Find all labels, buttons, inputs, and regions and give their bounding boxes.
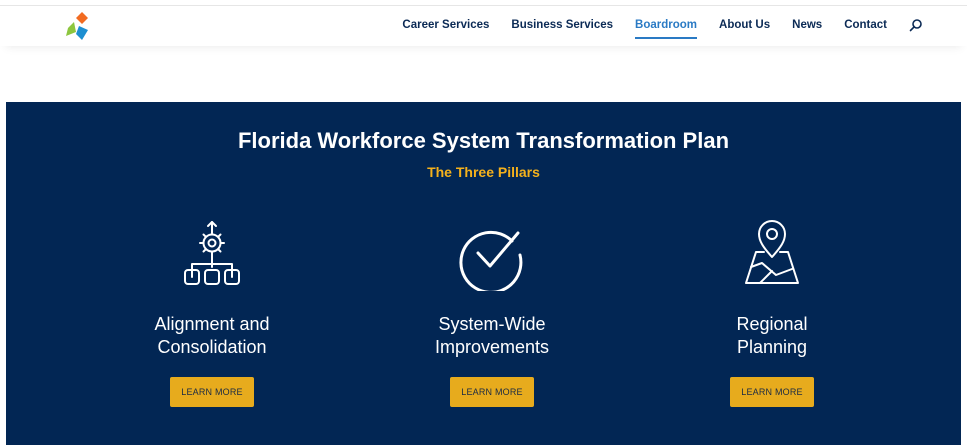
checkmark-circle-icon (459, 230, 523, 291)
pillar-name: System-Wide Improvements (372, 313, 612, 359)
nav-career-services[interactable]: Career Services (402, 6, 489, 44)
learn-more-button[interactable]: LEARN MORE (730, 377, 814, 407)
pillar-improvements: System-Wide Improvements LEARN MORE (372, 219, 612, 419)
hierarchy-gear-icon (184, 221, 240, 285)
nav-news[interactable]: News (792, 6, 822, 44)
section-title: Florida Workforce System Transformation … (237, 128, 730, 153)
search-icon[interactable] (909, 18, 923, 32)
learn-more-button[interactable]: LEARN MORE (170, 377, 254, 407)
pillar-name-line2: Planning (736, 337, 808, 357)
pillar-name: Alignment and Consolidation (92, 313, 332, 359)
pillar-name-line2: Consolidation (157, 337, 267, 357)
pillar-name-line2: Improvements (434, 337, 550, 357)
pillars-section: Florida Workforce System Transformation … (6, 102, 961, 445)
pillar-name: Regional Planning (652, 313, 892, 359)
pillar-name-line1: System-Wide (438, 314, 546, 334)
pillar-name-line1: Alignment and (154, 314, 270, 334)
section-subtitle: The Three Pillars (427, 164, 540, 180)
pillar-name-line1: Regional (736, 314, 808, 334)
learn-more-button[interactable]: LEARN MORE (450, 377, 534, 407)
pillar-alignment: Alignment and Consolidation LEARN MORE (92, 219, 332, 419)
logo[interactable] (60, 11, 94, 43)
nav-boardroom[interactable]: Boardroom (635, 6, 697, 44)
nav-business-services[interactable]: Business Services (511, 6, 613, 44)
nav-contact[interactable]: Contact (844, 6, 887, 44)
pillar-regional-planning: Regional Planning LEARN MORE (652, 219, 892, 419)
nav-about-us[interactable]: About Us (719, 6, 770, 44)
site-header: Career Services Business Services Boardr… (0, 6, 967, 46)
main-nav: Career Services Business Services Boardr… (380, 6, 923, 44)
map-pin-icon (745, 220, 799, 284)
